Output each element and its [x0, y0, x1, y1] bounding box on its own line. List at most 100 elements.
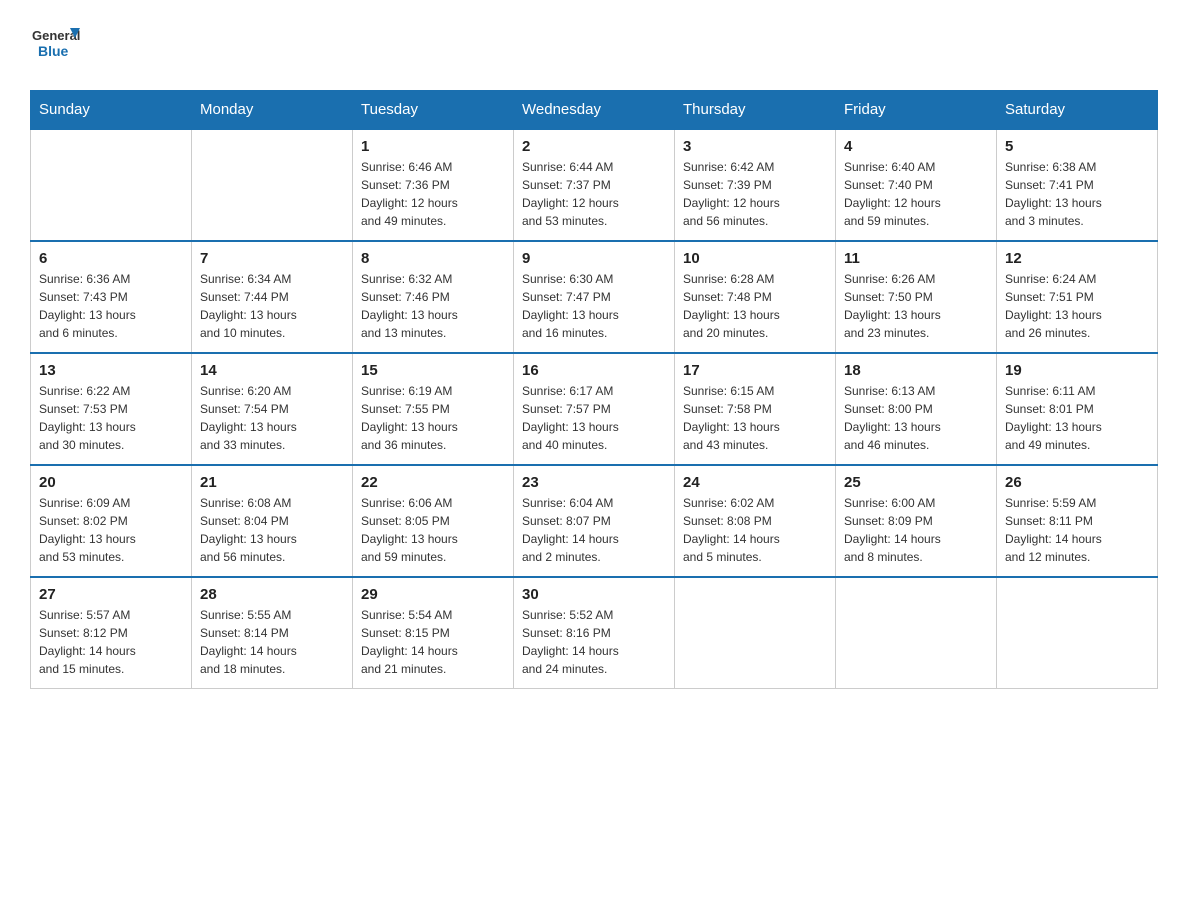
day-info: Sunrise: 5:55 AM Sunset: 8:14 PM Dayligh… — [200, 606, 344, 678]
day-info: Sunrise: 6:36 AM Sunset: 7:43 PM Dayligh… — [39, 270, 183, 342]
calendar-cell: 25 Sunrise: 6:00 AM Sunset: 8:09 PM Dayli… — [836, 465, 997, 577]
day-info: Sunrise: 6:20 AM Sunset: 7:54 PM Dayligh… — [200, 382, 344, 454]
day-number: 8 — [361, 250, 505, 267]
weekday-header-sunday: Sunday — [31, 91, 192, 130]
calendar-cell: 24Sunrise: 6:02 AM Sunset: 8:08 PM Dayli… — [675, 465, 836, 577]
day-info: Sunrise: 5:54 AM Sunset: 8:15 PM Dayligh… — [361, 606, 505, 678]
calendar-week-3: 13 Sunrise: 6:22 AM Sunset: 7:53 PM Dayli… — [31, 353, 1158, 465]
calendar-cell: 6 Sunrise: 6:36 AM Sunset: 7:43 PM Daylig… — [31, 241, 192, 353]
page-header: General Blue — [30, 20, 1158, 70]
day-number: 2 — [522, 138, 666, 155]
calendar-cell: 2 Sunrise: 6:44 AM Sunset: 7:37 PM Daylig… — [514, 129, 675, 241]
calendar-cell: 14Sunrise: 6:20 AM Sunset: 7:54 PM Dayli… — [192, 353, 353, 465]
day-info: Sunrise: 6:32 AM Sunset: 7:46 PM Dayligh… — [361, 270, 505, 342]
weekday-header-wednesday: Wednesday — [514, 91, 675, 130]
calendar-cell: 29 Sunrise: 5:54 AM Sunset: 8:15 PM Dayli… — [353, 577, 514, 689]
day-info: Sunrise: 6:24 AM Sunset: 7:51 PM Dayligh… — [1005, 270, 1149, 342]
day-info: Sunrise: 6:38 AM Sunset: 7:41 PM Dayligh… — [1005, 158, 1149, 230]
day-info: Sunrise: 6:40 AM Sunset: 7:40 PM Dayligh… — [844, 158, 988, 230]
calendar-cell: 8 Sunrise: 6:32 AM Sunset: 7:46 PM Daylig… — [353, 241, 514, 353]
weekday-header-friday: Friday — [836, 91, 997, 130]
calendar-body: 1 Sunrise: 6:46 AM Sunset: 7:36 PM Daylig… — [31, 129, 1158, 689]
day-number: 13 — [39, 362, 183, 379]
day-info: Sunrise: 6:17 AM Sunset: 7:57 PM Dayligh… — [522, 382, 666, 454]
calendar-cell: 3 Sunrise: 6:42 AM Sunset: 7:39 PM Daylig… — [675, 129, 836, 241]
calendar-cell: 16Sunrise: 6:17 AM Sunset: 7:57 PM Dayli… — [514, 353, 675, 465]
day-info: Sunrise: 6:13 AM Sunset: 8:00 PM Dayligh… — [844, 382, 988, 454]
day-number: 9 — [522, 250, 666, 267]
day-number: 26 — [1005, 474, 1149, 491]
day-number: 27 — [39, 586, 183, 603]
day-number: 5 — [1005, 138, 1149, 155]
calendar-cell: 18 Sunrise: 6:13 AM Sunset: 8:00 PM Dayli… — [836, 353, 997, 465]
day-info: Sunrise: 6:28 AM Sunset: 7:48 PM Dayligh… — [683, 270, 827, 342]
day-number: 24 — [683, 474, 827, 491]
day-info: Sunrise: 6:44 AM Sunset: 7:37 PM Dayligh… — [522, 158, 666, 230]
calendar-week-5: 27 Sunrise: 5:57 AM Sunset: 8:12 PM Dayli… — [31, 577, 1158, 689]
day-info: Sunrise: 6:15 AM Sunset: 7:58 PM Dayligh… — [683, 382, 827, 454]
calendar-cell: 10 Sunrise: 6:28 AM Sunset: 7:48 PM Dayli… — [675, 241, 836, 353]
day-number: 30 — [522, 586, 666, 603]
day-info: Sunrise: 6:22 AM Sunset: 7:53 PM Dayligh… — [39, 382, 183, 454]
day-info: Sunrise: 6:11 AM Sunset: 8:01 PM Dayligh… — [1005, 382, 1149, 454]
day-number: 22 — [361, 474, 505, 491]
calendar-cell: 9 Sunrise: 6:30 AM Sunset: 7:47 PM Daylig… — [514, 241, 675, 353]
day-info: Sunrise: 6:26 AM Sunset: 7:50 PM Dayligh… — [844, 270, 988, 342]
day-number: 3 — [683, 138, 827, 155]
day-info: Sunrise: 6:00 AM Sunset: 8:09 PM Dayligh… — [844, 494, 988, 566]
day-number: 29 — [361, 586, 505, 603]
calendar-cell: 5 Sunrise: 6:38 AM Sunset: 7:41 PM Daylig… — [997, 129, 1158, 241]
calendar-table: SundayMondayTuesdayWednesdayThursdayFrid… — [30, 90, 1158, 689]
calendar-cell: 19 Sunrise: 6:11 AM Sunset: 8:01 PM Dayli… — [997, 353, 1158, 465]
weekday-header-monday: Monday — [192, 91, 353, 130]
calendar-week-2: 6 Sunrise: 6:36 AM Sunset: 7:43 PM Daylig… — [31, 241, 1158, 353]
calendar-cell: 11Sunrise: 6:26 AM Sunset: 7:50 PM Dayli… — [836, 241, 997, 353]
day-info: Sunrise: 5:57 AM Sunset: 8:12 PM Dayligh… — [39, 606, 183, 678]
day-number: 1 — [361, 138, 505, 155]
day-info: Sunrise: 6:42 AM Sunset: 7:39 PM Dayligh… — [683, 158, 827, 230]
weekday-header-saturday: Saturday — [997, 91, 1158, 130]
weekday-header-tuesday: Tuesday — [353, 91, 514, 130]
day-number: 7 — [200, 250, 344, 267]
day-number: 12 — [1005, 250, 1149, 267]
day-info: Sunrise: 5:52 AM Sunset: 8:16 PM Dayligh… — [522, 606, 666, 678]
day-info: Sunrise: 6:34 AM Sunset: 7:44 PM Dayligh… — [200, 270, 344, 342]
day-number: 6 — [39, 250, 183, 267]
calendar-cell — [192, 129, 353, 241]
svg-text:Blue: Blue — [38, 43, 69, 59]
day-info: Sunrise: 6:46 AM Sunset: 7:36 PM Dayligh… — [361, 158, 505, 230]
calendar-cell — [836, 577, 997, 689]
day-number: 17 — [683, 362, 827, 379]
day-number: 28 — [200, 586, 344, 603]
calendar-cell: 22 Sunrise: 6:06 AM Sunset: 8:05 PM Dayli… — [353, 465, 514, 577]
logo-svg: General Blue — [30, 20, 80, 70]
day-number: 10 — [683, 250, 827, 267]
day-info: Sunrise: 6:08 AM Sunset: 8:04 PM Dayligh… — [200, 494, 344, 566]
day-number: 20 — [39, 474, 183, 491]
calendar-cell — [675, 577, 836, 689]
day-info: Sunrise: 6:19 AM Sunset: 7:55 PM Dayligh… — [361, 382, 505, 454]
day-number: 4 — [844, 138, 988, 155]
day-number: 25 — [844, 474, 988, 491]
calendar-week-4: 20 Sunrise: 6:09 AM Sunset: 8:02 PM Dayli… — [31, 465, 1158, 577]
calendar-header: SundayMondayTuesdayWednesdayThursdayFrid… — [31, 91, 1158, 130]
calendar-cell: 20 Sunrise: 6:09 AM Sunset: 8:02 PM Dayli… — [31, 465, 192, 577]
calendar-cell — [31, 129, 192, 241]
day-number: 19 — [1005, 362, 1149, 379]
day-info: Sunrise: 5:59 AM Sunset: 8:11 PM Dayligh… — [1005, 494, 1149, 566]
day-info: Sunrise: 6:06 AM Sunset: 8:05 PM Dayligh… — [361, 494, 505, 566]
calendar-cell: 7 Sunrise: 6:34 AM Sunset: 7:44 PM Daylig… — [192, 241, 353, 353]
calendar-cell: 23Sunrise: 6:04 AM Sunset: 8:07 PM Dayli… — [514, 465, 675, 577]
calendar-week-1: 1 Sunrise: 6:46 AM Sunset: 7:36 PM Daylig… — [31, 129, 1158, 241]
day-number: 18 — [844, 362, 988, 379]
day-number: 21 — [200, 474, 344, 491]
calendar-cell: 4 Sunrise: 6:40 AM Sunset: 7:40 PM Daylig… — [836, 129, 997, 241]
weekday-header-thursday: Thursday — [675, 91, 836, 130]
day-info: Sunrise: 6:09 AM Sunset: 8:02 PM Dayligh… — [39, 494, 183, 566]
day-number: 23 — [522, 474, 666, 491]
day-info: Sunrise: 6:30 AM Sunset: 7:47 PM Dayligh… — [522, 270, 666, 342]
calendar-cell: 1 Sunrise: 6:46 AM Sunset: 7:36 PM Daylig… — [353, 129, 514, 241]
day-number: 15 — [361, 362, 505, 379]
weekday-header-row: SundayMondayTuesdayWednesdayThursdayFrid… — [31, 91, 1158, 130]
calendar-cell — [997, 577, 1158, 689]
